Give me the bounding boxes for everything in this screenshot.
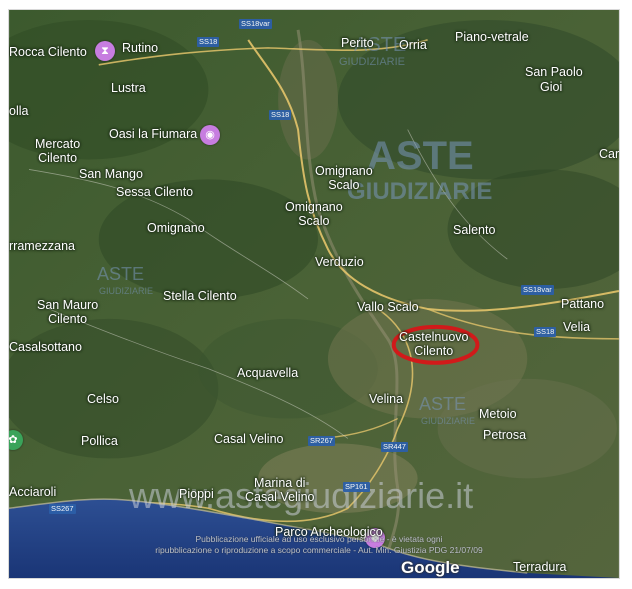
- place-label: Omignano: [147, 221, 205, 235]
- road-label-ss18-mid: SS18: [269, 110, 292, 120]
- place-label: Velina: [369, 392, 404, 406]
- place-label: Mercato Cilento: [35, 137, 81, 165]
- place-label: Oasi la Fiumara: [109, 127, 198, 141]
- place-label: Pattano: [561, 297, 605, 311]
- place-label: rramezzana: [9, 239, 75, 253]
- place-label: Vallo Scalo: [357, 300, 419, 314]
- road-label-ss18var-right: SS18var: [521, 285, 554, 295]
- google-logo: Google: [401, 558, 460, 577]
- place-label[interactable]: Castelnuovo Cilento: [399, 330, 469, 358]
- place-label: Pollica: [81, 434, 118, 448]
- place-label: Terradura: [513, 560, 567, 574]
- place-label: Casalsottano: [9, 340, 82, 354]
- place-label: Lustra: [111, 81, 146, 95]
- road-label-sr267: SR267: [308, 436, 335, 446]
- place-label: Car: [599, 147, 620, 161]
- place-label: Gioi: [540, 80, 563, 94]
- legal-notice: Pubblicazione ufficiale ad uso esclusivo…: [129, 534, 509, 556]
- place-label: Metoio: [479, 407, 517, 421]
- place-label: Acciaroli: [9, 485, 57, 499]
- place-label: Piano-vetrale: [455, 30, 529, 44]
- place-label: Marina di Casal Velino: [245, 476, 315, 504]
- road-label-ss267: SS267: [49, 504, 76, 514]
- notice-line-2: ripubblicazione o riproduzione a scopo c…: [155, 545, 483, 555]
- place-label: Verduzio: [315, 255, 364, 269]
- place-label: Sessa Cilento: [116, 185, 194, 199]
- place-label: Omignano Scalo: [315, 164, 373, 192]
- place-label: Omignano Scalo: [285, 200, 343, 228]
- road-label-sr447: SR447: [381, 442, 408, 452]
- place-label: Casal Velino: [214, 432, 284, 446]
- road-label-ss18var-top: SS18var: [239, 19, 272, 29]
- place-label: Petrosa: [483, 428, 527, 442]
- place-label: San Paolo: [525, 65, 583, 79]
- place-label: Rocca Cilento: [9, 45, 87, 59]
- place-label: Velia: [563, 320, 591, 334]
- road-label-ss18-top: SS18: [197, 37, 220, 47]
- place-label: San Mauro Cilento: [37, 298, 99, 326]
- place-label: Acquavella: [237, 366, 299, 380]
- place-label: Salento: [453, 223, 496, 237]
- notice-line-1: Pubblicazione ufficiale ad uso esclusivo…: [195, 534, 443, 544]
- camera-pin-icon[interactable]: ◉: [200, 125, 220, 145]
- place-label: Pioppi: [179, 487, 214, 501]
- place-label: Orria: [399, 38, 427, 52]
- place-label: Perito: [341, 36, 374, 50]
- road-label-ss18-right: SS18: [534, 327, 557, 337]
- place-label: olla: [9, 104, 29, 118]
- map-view[interactable]: ASTE GIUDIZIARIE ASTE GIUDIZIARIE ASTE G…: [8, 9, 620, 579]
- place-label: Celso: [87, 392, 119, 406]
- hourglass-pin-icon[interactable]: ⧗: [95, 41, 115, 61]
- place-label: Stella Cilento: [163, 289, 237, 303]
- road-label-sp161: SP161: [343, 482, 370, 492]
- place-label: Rutino: [122, 41, 159, 55]
- place-label: San Mango: [79, 167, 143, 181]
